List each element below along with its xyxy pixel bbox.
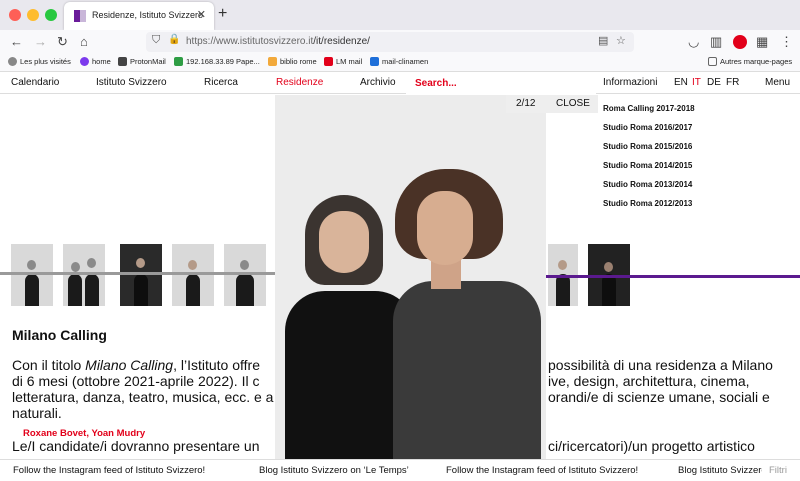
lang-fr[interactable]: FR	[726, 77, 739, 88]
home-icon[interactable]: ⌂	[80, 34, 88, 50]
nav-ricerca[interactable]: Ricerca	[204, 77, 238, 88]
bookmark-star-icon[interactable]: ☆	[616, 34, 626, 47]
folder-icon	[708, 57, 717, 66]
url-host: https://www.istitutosvizzero.it	[186, 36, 314, 47]
program-name: Milano Calling	[85, 357, 174, 373]
tab-title: Residenze, Istituto Svizzero	[92, 10, 204, 20]
lightbox-photo[interactable]	[275, 95, 546, 459]
bookmark-other-folder[interactable]: Autres marque-pages	[708, 57, 792, 66]
app-menu-icon[interactable]: ⋮	[780, 34, 793, 50]
adblock-extension-icon[interactable]	[733, 35, 747, 49]
person-icon	[80, 57, 89, 66]
ticker-item[interactable]: Blog Istituto Svizzero on ‘Le Temps’	[259, 465, 409, 476]
proton-icon	[118, 57, 127, 66]
bookmark-paperless[interactable]: 192.168.33.89 Pape...	[174, 57, 260, 66]
news-ticker: Follow the Instagram feed of Istituto Sv…	[0, 459, 800, 481]
archive-item[interactable]: Studio Roma 2014/2015	[603, 161, 692, 170]
site-header: Calendario Istituto Svizzero Ricerca Res…	[0, 72, 800, 94]
sidebar-icon[interactable]: ▥	[710, 34, 722, 50]
reader-view-icon[interactable]: ▤	[598, 34, 608, 47]
archive-item[interactable]: Studio Roma 2016/2017	[603, 123, 692, 132]
mail-icon	[324, 57, 333, 66]
url-text[interactable]: https://www.istitutosvizzero.it/it/resid…	[186, 36, 370, 47]
bookmark-lm-mail[interactable]: LM mail	[324, 57, 362, 66]
resident-thumbnail[interactable]	[172, 244, 214, 306]
archive-item[interactable]: Studio Roma 2013/2014	[603, 180, 692, 189]
paper-icon	[174, 57, 183, 66]
tracking-shield-icon[interactable]: ⛉	[152, 34, 160, 47]
browser-toolbar: ← → ↻ ⌂ ⛉ 🔒 https://www.istitutosvizzero…	[0, 30, 800, 54]
section-title: Milano Calling	[12, 327, 107, 343]
bookmark-mail-clinamen[interactable]: mail-clinamen	[370, 57, 428, 66]
back-icon[interactable]: ←	[10, 34, 23, 50]
lock-icon[interactable]: 🔒	[168, 34, 180, 45]
forward-icon[interactable]: →	[34, 34, 47, 50]
url-path: /it/residenze/	[313, 36, 370, 47]
maximize-window-button[interactable]	[45, 9, 57, 21]
nav-informazioni[interactable]: Informazioni	[603, 77, 657, 88]
filter-button[interactable]: Filtri	[762, 460, 800, 481]
new-tab-button[interactable]: +	[218, 5, 227, 23]
url-bar[interactable]: ⛉ 🔒 https://www.istitutosvizzero.it/it/r…	[146, 32, 634, 52]
lang-en[interactable]: EN	[674, 77, 688, 88]
photo-caption: Roxane Bovet, Yoan Mudry	[23, 428, 146, 439]
bookmark-most-visited[interactable]: Les plus visités	[8, 57, 71, 66]
menu-button[interactable]: Menu	[765, 77, 790, 88]
nav-calendario[interactable]: Calendario	[11, 77, 59, 88]
archive-item[interactable]: Studio Roma 2015/2016	[603, 142, 692, 151]
site-favicon-icon	[74, 10, 86, 22]
resident-thumbnail[interactable]	[120, 244, 162, 306]
minimize-window-button[interactable]	[27, 9, 39, 21]
lightbox-close-button[interactable]: CLOSE	[556, 98, 590, 109]
tab-close-icon[interactable]: ✕	[197, 8, 206, 21]
bookmark-home[interactable]: home	[80, 57, 111, 66]
lightbox-counter: 2/12	[516, 98, 536, 109]
close-window-button[interactable]	[9, 9, 21, 21]
nav-istituto-svizzero[interactable]: Istituto Svizzero	[96, 77, 167, 88]
bookmark-biblio-rome[interactable]: biblio rome	[268, 57, 317, 66]
browser-tab-bar: Residenze, Istituto Svizzero ✕ +	[0, 0, 800, 30]
reload-icon[interactable]: ↻	[57, 34, 68, 50]
search-placeholder: Search...	[415, 78, 457, 89]
archive-item[interactable]: Roma Calling 2017-2018	[603, 104, 695, 113]
bookmarks-bar: Les plus visités home ProtonMail 192.168…	[0, 54, 800, 72]
site-search-input[interactable]: Search...	[406, 72, 596, 94]
pocket-icon[interactable]: ◡	[688, 34, 699, 50]
book-icon	[268, 57, 277, 66]
resident-thumbnail[interactable]	[63, 244, 105, 306]
grid-extension-icon[interactable]: ▦	[756, 34, 768, 50]
ticker-item[interactable]: Follow the Instagram feed of Istituto Sv…	[446, 465, 638, 476]
resident-thumbnail[interactable]	[224, 244, 266, 306]
ticker-item[interactable]: Follow the Instagram feed of Istituto Sv…	[13, 465, 205, 476]
archive-item[interactable]: Studio Roma 2012/2013	[603, 199, 692, 208]
resident-thumbnail[interactable]	[11, 244, 53, 306]
bookmark-protonmail[interactable]: ProtonMail	[118, 57, 166, 66]
gear-icon	[8, 57, 17, 66]
zimbra-icon	[370, 57, 379, 66]
lang-it[interactable]: IT	[692, 77, 701, 88]
nav-archivio[interactable]: Archivio	[360, 77, 396, 88]
nav-residenze[interactable]: Residenze	[276, 77, 323, 88]
lang-de[interactable]: DE	[707, 77, 721, 88]
browser-tab[interactable]: Residenze, Istituto Svizzero ✕	[64, 2, 214, 30]
